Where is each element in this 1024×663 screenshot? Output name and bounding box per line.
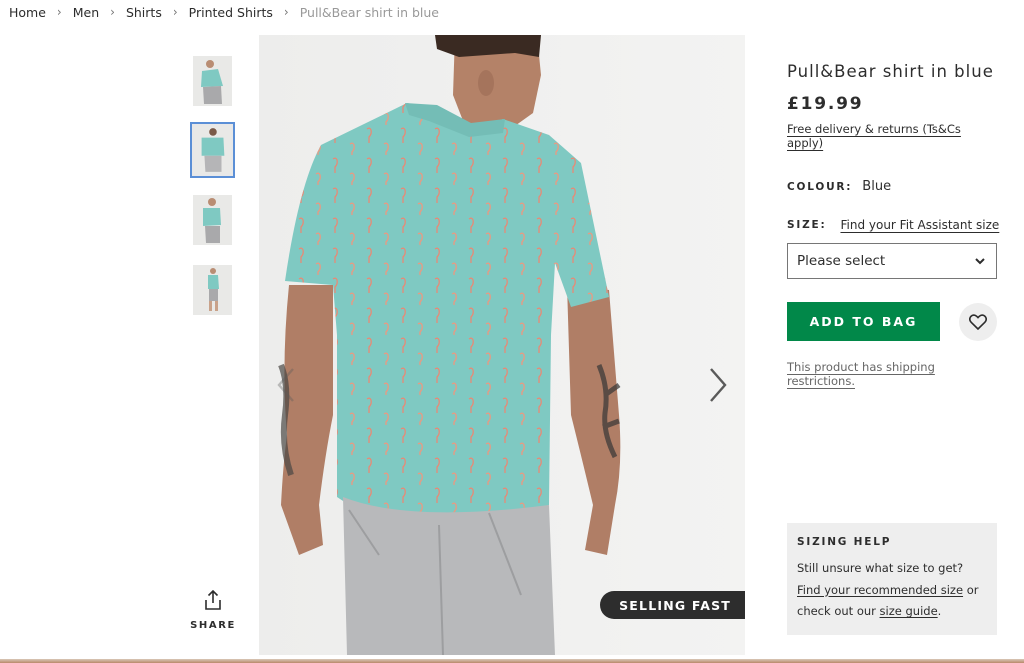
chevron-left-icon[interactable] [273,365,299,405]
size-select-value: Please select [797,253,886,269]
share-icon [205,589,221,610]
chevron-right-icon[interactable] [705,365,731,405]
size-label: SIZE: [787,218,827,231]
sizing-help-box: SIZING HELP Still unsure what size to ge… [787,523,997,635]
thumbnail-image [193,56,232,106]
thumbnail-back[interactable] [190,122,235,178]
sizing-help-title: SIZING HELP [797,536,892,548]
breadcrumb-separator: › [283,5,289,19]
thumbnail-front[interactable] [193,56,232,106]
product-photo [259,35,745,655]
recommended-size-link[interactable]: Find your recommended size [797,583,963,597]
colour-label: COLOUR: [787,181,853,193]
sizing-help-intro: Still unsure what size to get? [797,561,964,575]
page-bottom-divider [0,659,1024,663]
breadcrumb-separator: › [110,5,115,19]
breadcrumb-separator: › [172,5,178,19]
thumbnail-full-length[interactable] [193,265,232,315]
size-row: SIZE: Find your Fit Assistant size [787,216,999,233]
product-details: Pull&Bear shirt in blue £19.99 Free deli… [787,60,999,389]
add-to-bag-button[interactable]: ADD TO BAG [787,302,940,341]
thumbnail-image [193,195,232,245]
size-select[interactable]: Please select [787,243,997,279]
breadcrumb: Home › Men › Shirts › Printed Shirts › P… [9,4,439,20]
save-for-later-button[interactable] [959,302,997,341]
colour-value: Blue [862,179,892,194]
thumbnail-image [193,265,232,315]
chevron-down-icon [975,257,985,264]
product-title: Pull&Bear shirt in blue [787,62,994,81]
product-image: SELLING FAST [259,35,745,655]
colour-row: COLOUR: Blue [787,179,997,194]
share-button[interactable]: SHARE [190,589,236,631]
thumbnail-image [194,126,231,174]
shipping-restrictions-link[interactable]: This product has shipping restrictions. [787,360,997,388]
delivery-link[interactable]: Free delivery & returns (Ts&Cs apply) [787,122,997,150]
selling-fast-badge: SELLING FAST [600,591,745,619]
share-label: SHARE [190,620,236,631]
purchase-actions: ADD TO BAG [787,302,997,341]
breadcrumb-home[interactable]: Home [9,5,46,20]
breadcrumb-printed-shirts[interactable]: Printed Shirts [189,5,273,20]
fit-assistant-link[interactable]: Find your Fit Assistant size [840,218,999,232]
sizing-help-end: . [937,604,942,618]
breadcrumb-shirts[interactable]: Shirts [126,5,162,20]
heart-icon [969,313,987,330]
product-price: £19.99 [787,94,864,114]
thumbnail-side[interactable] [193,195,232,245]
size-guide-link[interactable]: size guide [880,604,938,618]
breadcrumb-current: Pull&Bear shirt in blue [299,4,440,20]
breadcrumb-separator: › [56,5,62,19]
sizing-help-text: Still unsure what size to get? Find your… [797,558,987,623]
breadcrumb-men[interactable]: Men [73,5,99,20]
